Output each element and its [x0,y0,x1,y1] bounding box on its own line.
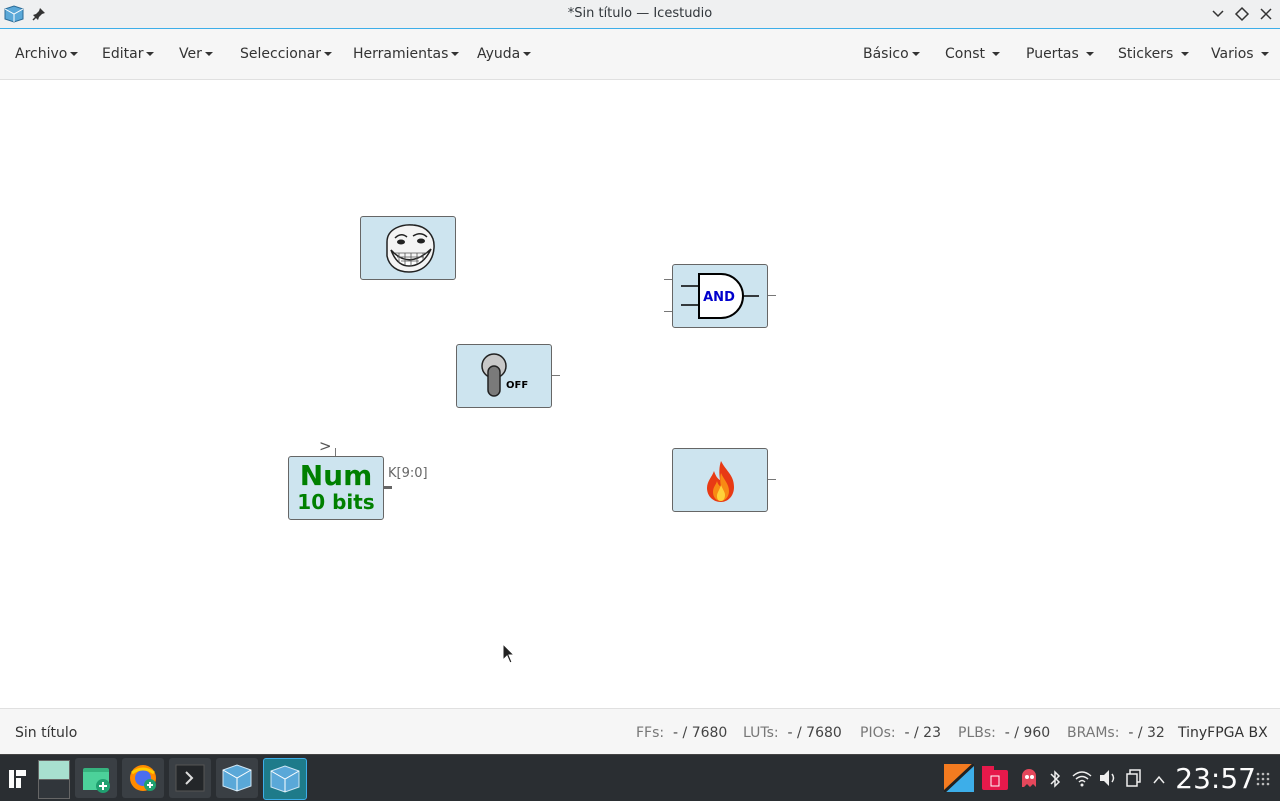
menu-puertas[interactable]: Puertas [1026,46,1095,62]
window-title: *Sin título — Icestudio [567,6,713,21]
status-ffs: FFs: - / 7680 [636,725,728,741]
mouse-cursor-icon [502,643,516,664]
menu-stickers[interactable]: Stickers [1118,46,1189,62]
status-plbs: PLBs: - / 960 [958,725,1051,741]
num-output-port-label: K[9:0] [388,466,428,481]
menu-varios[interactable]: Varios [1211,46,1270,62]
volume-icon[interactable] [1098,768,1118,792]
toggle-switch-icon: OFF [481,353,528,397]
status-brams: BRAMs: - / 32 [1067,725,1165,741]
taskbar: 23:57 [0,754,1280,801]
status-board[interactable]: TinyFPGA BX [1178,725,1268,741]
fire-icon [707,461,734,502]
menu-seleccionar[interactable]: Seleccionar [240,46,333,62]
statusbar: Sin título FFs: - / 7680 LUTs: - / 7680 … [0,708,1280,755]
menu-editar[interactable]: Editar [102,46,155,62]
menu-ver[interactable]: Ver [179,46,213,62]
and-gate-block[interactable]: AND [672,264,768,328]
status-filename: Sin título [15,725,78,741]
menu-archivo[interactable]: Archivo [15,46,79,62]
status-luts: LUTs: - / 7680 [743,725,842,741]
num-block-title: Num [299,459,373,492]
and-output-port[interactable] [768,295,776,296]
num-clock-port[interactable] [335,448,336,456]
close-button[interactable] [1258,6,1274,22]
wifi-icon[interactable] [1071,768,1093,792]
file-manager-task-icon[interactable] [75,758,117,798]
clock-input-symbol: > [319,437,332,455]
num-block-bits: 10 bits [297,490,375,514]
application-launcher-icon[interactable] [8,768,28,794]
menu-herramientas[interactable]: Herramientas [353,46,460,62]
ghost-tray-icon[interactable] [1020,767,1038,793]
maximize-button[interactable] [1234,6,1250,22]
bluetooth-icon[interactable] [1048,769,1062,793]
switch-output-port[interactable] [552,375,560,376]
switch-block[interactable]: OFF [456,344,552,408]
menubar: Archivo Editar Ver Seleccionar Herramien… [0,29,1280,80]
browser-task-icon[interactable] [122,758,164,798]
fire-sticker-block[interactable] [672,448,768,512]
num-constant-block[interactable]: Num 10 bits [288,456,384,520]
terminal-task-icon[interactable] [169,758,211,798]
tray-expand-chevron-icon[interactable] [1152,771,1166,790]
num-output-port[interactable] [384,486,392,489]
trollface-sticker-block[interactable] [360,216,456,280]
trash-tray-icon[interactable] [980,766,1010,796]
switch-state-label: OFF [506,380,528,391]
menu-const[interactable]: Const [945,46,1001,62]
virtual-desktop-pager[interactable] [32,758,74,799]
fire-output-port[interactable] [768,479,776,480]
show-desktop-grid-icon[interactable] [1256,771,1270,790]
menu-basico[interactable]: Básico [863,46,920,62]
menu-ayuda[interactable]: Ayuda [477,46,532,62]
minimize-button[interactable] [1210,6,1226,22]
trollface-icon [386,224,435,273]
design-canvas[interactable]: AND OFF > Num 10 bits K[9:0] [0,80,1280,708]
icestudio-task-icon-2-active[interactable] [263,758,307,800]
color-picker-tray-icon[interactable] [942,762,976,796]
clipboard-icon[interactable] [1126,769,1142,791]
and-gate-icon: AND [681,273,759,319]
window-titlebar: *Sin título — Icestudio [0,0,1280,29]
icestudio-task-icon-1[interactable] [216,758,258,798]
status-pios: PIOs: - / 23 [860,725,941,741]
and-gate-label: AND [703,290,735,305]
taskbar-clock[interactable]: 23:57 [1175,762,1256,795]
